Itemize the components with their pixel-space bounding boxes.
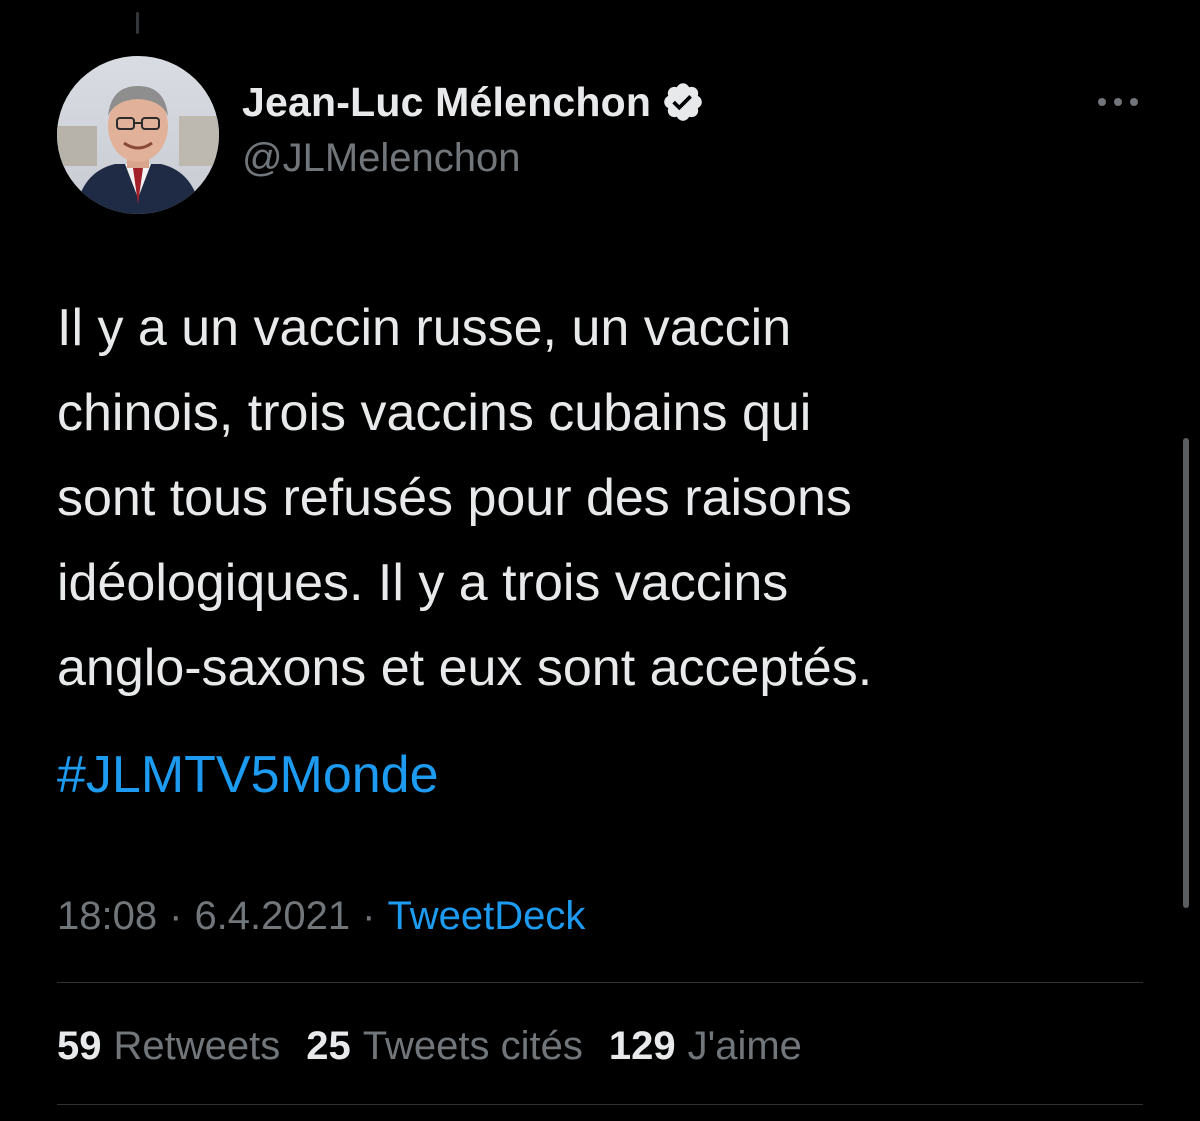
likes-stat[interactable]: 129 J'aime <box>609 1018 802 1074</box>
author-display-name[interactable]: Jean-Luc Mélenchon <box>242 79 651 126</box>
quote-tweets-stat[interactable]: 25 Tweets cités <box>306 1018 583 1074</box>
meta-separator: · <box>362 894 376 938</box>
author-handle[interactable]: @JLMelenchon <box>242 136 521 181</box>
quote-tweets-count: 25 <box>306 1024 351 1068</box>
meta-separator: · <box>169 894 183 938</box>
author-name-row[interactable]: Jean-Luc Mélenchon <box>242 74 705 130</box>
retweets-stat[interactable]: 59 Retweets <box>57 1018 280 1074</box>
likes-count: 129 <box>608 1024 676 1068</box>
thread-connector-line <box>136 12 139 34</box>
quote-tweets-label: Tweets cités <box>362 1024 583 1068</box>
engagement-stats: 59 Retweets 25 Tweets cités 129 J'aime <box>57 1018 828 1074</box>
tweet-text: Il y a un vaccin russe, un vaccin chinoi… <box>57 299 873 697</box>
avatar-image <box>57 56 219 214</box>
retweets-label: Retweets <box>113 1024 281 1068</box>
likes-label: J'aime <box>687 1024 802 1068</box>
tweet-time[interactable]: 18:08 <box>57 888 157 944</box>
avatar[interactable] <box>57 56 219 214</box>
more-options-button[interactable] <box>1092 84 1144 120</box>
scrollbar[interactable] <box>1183 438 1189 908</box>
hashtag-link[interactable]: #JLMTV5Monde <box>57 736 439 814</box>
divider <box>57 1104 1143 1105</box>
tweet-date[interactable]: 6.4.2021 <box>194 888 350 944</box>
tweet-meta: 18:08 · 6.4.2021 · TweetDeck <box>57 888 585 944</box>
verified-badge-icon <box>661 80 705 124</box>
retweets-count: 59 <box>57 1024 102 1068</box>
tweet-source-link[interactable]: TweetDeck <box>387 888 585 944</box>
divider <box>57 982 1143 983</box>
more-horizontal-icon <box>1098 98 1138 106</box>
